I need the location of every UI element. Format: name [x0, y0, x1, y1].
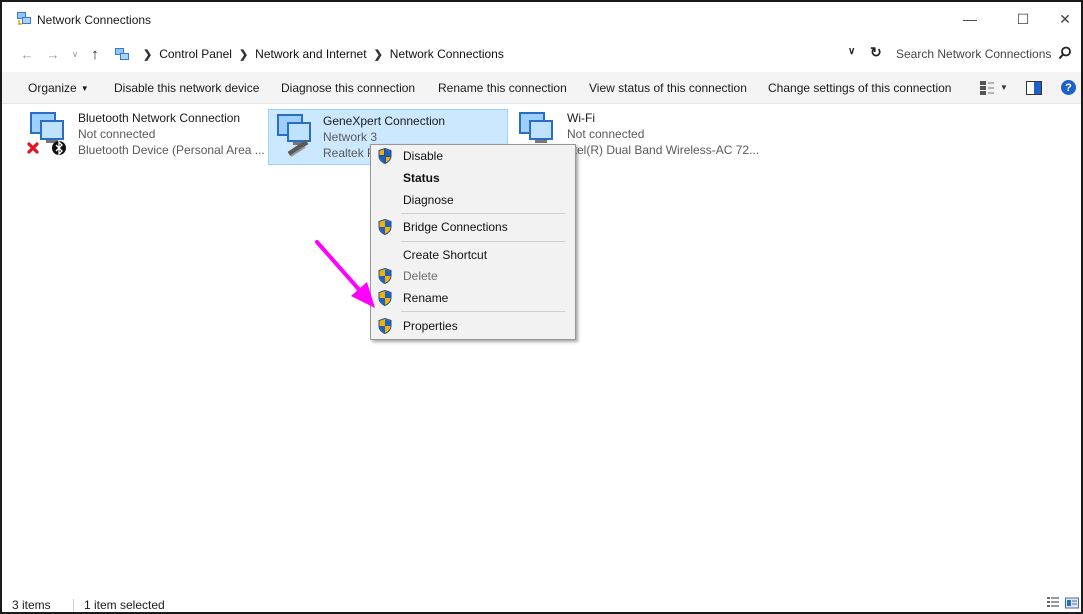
connection-status: Not connected: [567, 127, 645, 141]
view-dropdown-icon[interactable]: ▼: [1000, 83, 1008, 92]
command-bar: Organize ▼ Disable this network device Di…: [2, 72, 1081, 104]
menu-separator: [401, 241, 565, 242]
ethernet-adapter-icon: [277, 114, 311, 157]
connection-device: ntel(R) Dual Band Wireless-AC 72...: [567, 143, 760, 157]
connection-bluetooth[interactable]: Bluetooth Network Connection Not connect…: [26, 110, 265, 168]
shield-icon: [378, 290, 392, 306]
context-menu: Disable Status Diagnose Bridge Connectio…: [370, 144, 576, 340]
menu-item-rename[interactable]: Rename: [371, 287, 575, 309]
breadcrumb-control-panel[interactable]: Control Panel: [159, 47, 232, 61]
connection-status: Not connected: [78, 127, 156, 141]
breadcrumb-chevron-icon[interactable]: ❯: [374, 48, 383, 61]
menu-item-bridge-connections[interactable]: Bridge Connections: [371, 216, 575, 238]
shield-icon: [378, 318, 392, 334]
status-divider: [73, 599, 74, 611]
connection-name: Wi-Fi: [567, 111, 595, 125]
refresh-icon[interactable]: ↻: [870, 44, 882, 61]
menu-item-label: Disable: [403, 149, 444, 163]
menu-separator: [401, 311, 565, 312]
item-count: 3 items: [12, 598, 51, 612]
shield-icon: [378, 219, 392, 235]
network-connections-window: Network Connections — ☐ ✕ ← → ∨ ↑ ❯ Cont…: [0, 0, 1083, 614]
breadcrumb-chevron-icon[interactable]: ❯: [239, 48, 248, 61]
search-input[interactable]: [896, 47, 1056, 61]
help-icon[interactable]: ?: [1061, 80, 1076, 95]
disconnected-x-icon: [27, 142, 39, 154]
recent-locations-button[interactable]: ∨: [66, 45, 84, 63]
change-settings-button[interactable]: Change settings of this connection: [768, 81, 951, 95]
large-icons-view-icon[interactable]: [1065, 596, 1079, 610]
shield-icon: [378, 148, 392, 164]
forward-button[interactable]: →: [44, 45, 62, 63]
connection-device: Bluetooth Device (Personal Area ...: [78, 143, 265, 157]
menu-item-diagnose[interactable]: Diagnose: [371, 189, 575, 211]
shield-icon: [378, 268, 392, 284]
connection-text: Wi-Fi Not connected ntel(R) Dual Band Wi…: [567, 110, 759, 158]
status-bar: 3 items 1 item selected: [2, 594, 1081, 614]
menu-item-status[interactable]: Status: [371, 167, 575, 189]
bluetooth-adapter-icon: [27, 112, 66, 156]
annotation-arrow-icon: [315, 240, 375, 308]
breadcrumb-network-connections[interactable]: Network Connections: [390, 47, 504, 61]
connection-name: GeneXpert Connection: [323, 114, 446, 128]
rename-button[interactable]: Rename this connection: [438, 81, 567, 95]
connection-name: Bluetooth Network Connection: [78, 111, 241, 125]
menu-item-label: Properties: [403, 319, 458, 333]
menu-separator: [401, 213, 565, 214]
menu-item-label: Diagnose: [403, 193, 454, 207]
menu-item-label: Bridge Connections: [403, 220, 508, 234]
breadcrumb-chevron-icon[interactable]: ❯: [143, 48, 152, 61]
breadcrumb-network-and-internet[interactable]: Network and Internet: [255, 47, 366, 61]
title-bar: Network Connections — ☐ ✕: [2, 2, 1081, 36]
menu-item-disable[interactable]: Disable: [371, 145, 575, 167]
address-bar[interactable]: ❯ Control Panel ❯ Network and Internet ❯…: [108, 41, 890, 67]
view-status-button[interactable]: View status of this connection: [589, 81, 747, 95]
organize-label: Organize: [28, 81, 77, 95]
details-view-icon[interactable]: [1046, 596, 1060, 610]
network-connections-icon: [17, 12, 31, 25]
menu-item-properties[interactable]: Properties: [371, 315, 575, 337]
close-button[interactable]: ✕: [1042, 2, 1083, 36]
organize-menu[interactable]: Organize ▼: [28, 81, 89, 95]
window-title: Network Connections: [37, 13, 152, 27]
change-view-icon[interactable]: [979, 80, 995, 96]
dropdown-caret-icon: ▼: [80, 84, 89, 93]
search-icon[interactable]: [1058, 46, 1072, 60]
navigation-row: ← → ∨ ↑ ❯ Control Panel ❯ Network and In…: [2, 38, 1081, 70]
back-button[interactable]: ←: [18, 45, 36, 63]
connection-status: Network 3: [323, 130, 378, 144]
preview-pane-icon[interactable]: [1026, 81, 1042, 95]
connection-text: Bluetooth Network Connection Not connect…: [78, 110, 265, 158]
menu-item-create-shortcut[interactable]: Create Shortcut: [371, 244, 575, 266]
menu-item-label: Create Shortcut: [403, 248, 488, 262]
minimize-button[interactable]: —: [947, 2, 993, 36]
network-connections-icon: [115, 48, 129, 60]
menu-item-label: Status: [403, 171, 440, 185]
disable-device-button[interactable]: Disable this network device: [114, 81, 259, 95]
maximize-button[interactable]: ☐: [1000, 2, 1046, 36]
menu-item-label: Rename: [403, 291, 449, 305]
menu-item-label: Delete: [403, 269, 438, 283]
up-button[interactable]: ↑: [86, 45, 104, 63]
selection-count: 1 item selected: [84, 598, 165, 612]
menu-item-delete[interactable]: Delete: [371, 265, 575, 287]
address-dropdown-icon[interactable]: ∨: [848, 46, 855, 57]
diagnose-button[interactable]: Diagnose this connection: [281, 81, 415, 95]
search-box[interactable]: [890, 41, 1078, 67]
